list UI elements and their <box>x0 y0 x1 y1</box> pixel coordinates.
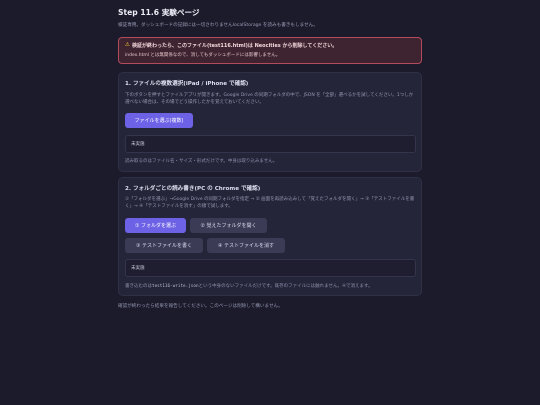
choose-files-button[interactable]: ファイルを選ぶ(複数) <box>125 113 193 128</box>
section-folder-rw: 2. フォルダごとの読み書き(PC の Chrome で確認) ①「フォルダを選… <box>118 177 422 296</box>
warning-heading: 検証が終わったら、このファイル(test116.html)は Neocities… <box>131 43 338 49</box>
section2-note-prefix: 書き込むのは <box>125 284 152 289</box>
pick-folder-button[interactable]: ① フォルダを選ぶ <box>125 218 186 233</box>
section2-note-suffix: という中身のないファイルだけです。既存のファイルには触れません。④で消えます。 <box>198 284 373 289</box>
write-test-file-button[interactable]: ③ テストファイルを書く <box>125 238 203 253</box>
section2-title: 2. フォルダごとの読み書き(PC の Chrome で確認) <box>125 186 261 192</box>
warning-icon: ⚠ <box>125 41 130 48</box>
page-subtitle: 検証専用。ダッシュボードの記録には一切さわりませんlocalStorage を読… <box>118 23 318 28</box>
section2-status-text: 未実施 <box>131 266 145 271</box>
section2-note: 書き込むのはtest116-write.jsonという中身のないファイルだけです… <box>125 283 373 289</box>
section2-note-code: test116-write.json <box>152 284 199 289</box>
section-multi-select: 1. ファイルの複数選択(iPad / iPhone で確認) 下のボタンを押す… <box>118 72 422 172</box>
section1-status-text: 未実施 <box>131 142 145 147</box>
delete-test-file-button[interactable]: ④ テストファイルを消す <box>207 238 285 253</box>
open-remembered-folder-button[interactable]: ② 覚えたフォルダを開く <box>190 218 267 233</box>
warning-heading-row: ⚠ 検証が終わったら、このファイル(test116.html)は Neociti… <box>125 42 415 49</box>
page-footer: 確認が終わったら結果を報告してください。このページは削除して構いません。 <box>118 304 283 309</box>
page-title: Step 11.6 実験ページ <box>118 8 200 17</box>
section1-desc: 下のボタンを押すとファイルアプリが開きます。Google Drive の同期フォ… <box>125 93 414 105</box>
warning-banner: ⚠ 検証が終わったら、このファイル(test116.html)は Neociti… <box>118 37 422 64</box>
section2-status: 未実施 <box>125 259 416 277</box>
section1-note: 読み取るのはファイル名・サイズ・形式だけです。中身は取り込みません。 <box>125 159 278 164</box>
page: Step 11.6 実験ページ 検証専用。ダッシュボードの記録には一切さわりませ… <box>0 0 540 405</box>
warning-text: index.html とは無関係なので、消してもダッシュボードには影響しません。 <box>125 53 281 58</box>
section2-desc: ①「フォルダを選ぶ」→Google Drive の同期フォルダを指定 → ② 画… <box>125 197 415 209</box>
section1-status: 未実施 <box>125 135 416 153</box>
section1-title: 1. ファイルの複数選択(iPad / iPhone で確認) <box>125 81 249 87</box>
